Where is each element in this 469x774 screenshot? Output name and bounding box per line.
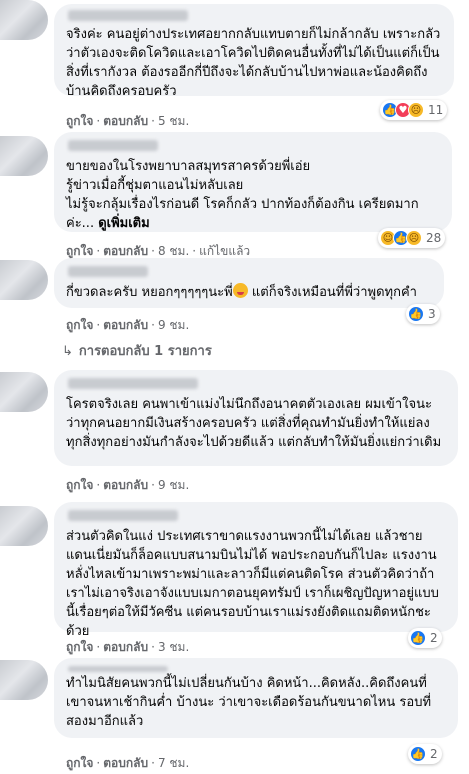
- timestamp[interactable]: 9 ชม.: [158, 478, 189, 492]
- see-more-link[interactable]: ดูเพิ่มเติม: [98, 216, 149, 231]
- commenter-name[interactable]: [68, 510, 178, 521]
- reaction-count: 2: [430, 747, 438, 761]
- reaction-count: 28: [426, 231, 442, 245]
- reaction-summary[interactable]: 👍 ♥ ☹ 11: [380, 100, 448, 120]
- avatar[interactable]: [0, 0, 48, 40]
- comment-bubble: ทำไมนิสัยคนพวกนี้ไม่เปลี่ยนกันบ้าง คิดหน…: [54, 658, 458, 738]
- timestamp[interactable]: 9 ชม.: [158, 318, 189, 332]
- timestamp[interactable]: 7 ชม.: [158, 756, 189, 770]
- comment-actions: ถูกใจ · ตอบกลับ · 9 ชม.: [66, 318, 190, 332]
- comment-bubble: ส่วนตัวคิดในแง่ ประเทศเราขาดแรงงานพวกนี้…: [54, 502, 458, 639]
- reply-button[interactable]: ตอบกลับ: [103, 114, 148, 128]
- commenter-name[interactable]: [68, 378, 198, 389]
- reply-button[interactable]: ตอบกลับ: [103, 318, 148, 332]
- view-replies-label: การตอบกลับ 1 รายการ: [78, 344, 212, 359]
- reaction-count: 11: [428, 103, 444, 117]
- timestamp[interactable]: 8 ชม.: [158, 244, 189, 258]
- like-reaction-icon: 👍: [408, 306, 424, 322]
- kissing-emoji-icon: [232, 283, 248, 298]
- reply-button[interactable]: ตอบกลับ: [103, 478, 148, 492]
- comment-bubble: โครตจริงเลย คนพาเข้าแม่งไม่นึกถึงอนาคตตั…: [54, 370, 458, 466]
- like-button[interactable]: ถูกใจ: [66, 318, 93, 332]
- comment-text: ส่วนตัวคิดในแง่ ประเทศเราขาดแรงงานพวกนี้…: [66, 529, 439, 639]
- reaction-summary[interactable]: ☺ 👍 ☹ 28: [378, 228, 446, 248]
- comment-actions: ถูกใจ · ตอบกลับ · 3 ชม.: [66, 640, 190, 654]
- reaction-count: 2: [430, 631, 438, 645]
- like-button[interactable]: ถูกใจ: [66, 244, 93, 258]
- like-reaction-icon: 👍: [410, 746, 426, 762]
- comment-text-body: กี่ขวดละครับ หยอกๆๆๆๆๆนะพี่: [66, 285, 233, 300]
- like-button[interactable]: ถูกใจ: [66, 478, 93, 492]
- comment-text: กี่ขวดละครับ หยอกๆๆๆๆๆนะพี่ แต่ก็จริงเหม…: [66, 283, 432, 302]
- reply-button[interactable]: ตอบกลับ: [103, 640, 148, 654]
- comment-actions: ถูกใจ · ตอบกลับ · 5 ชม.: [66, 114, 190, 128]
- commenter-name[interactable]: [68, 266, 148, 277]
- sad-reaction-icon: ☹: [408, 102, 424, 118]
- comment-text: ขายของในโรงพยาบาลสมุทรสาครด้วยพี่เอ่ย รู…: [66, 157, 440, 233]
- edited-label[interactable]: แก้ไขแล้ว: [199, 244, 250, 258]
- comment-text: จริงค่ะ คนอยู่ต่างประเทศอยากกลับแทบตายก็…: [66, 27, 441, 99]
- avatar[interactable]: [0, 506, 48, 546]
- reply-button[interactable]: ตอบกลับ: [103, 244, 148, 258]
- reaction-summary[interactable]: 👍 2: [408, 744, 442, 764]
- like-button[interactable]: ถูกใจ: [66, 640, 93, 654]
- view-replies-link[interactable]: ↳ การตอบกลับ 1 รายการ: [62, 340, 212, 361]
- timestamp[interactable]: 5 ชม.: [158, 114, 189, 128]
- like-button[interactable]: ถูกใจ: [66, 756, 93, 770]
- avatar[interactable]: [0, 260, 48, 300]
- avatar[interactable]: [0, 372, 48, 412]
- timestamp[interactable]: 3 ชม.: [158, 640, 189, 654]
- reaction-summary[interactable]: 👍 2: [408, 628, 442, 648]
- commenter-name[interactable]: [68, 666, 168, 672]
- reply-arrow-icon: ↳: [62, 344, 73, 359]
- reaction-count: 3: [428, 307, 436, 321]
- comment-actions: ถูกใจ · ตอบกลับ · 9 ชม.: [66, 478, 190, 492]
- reply-button[interactable]: ตอบกลับ: [103, 756, 148, 770]
- comment-text: ทำไมนิสัยคนพวกนี้ไม่เปลี่ยนกันบ้าง คิดหน…: [66, 676, 432, 729]
- sad-reaction-icon: ☹: [406, 230, 422, 246]
- commenter-name[interactable]: [68, 140, 158, 151]
- like-button[interactable]: ถูกใจ: [66, 114, 93, 128]
- reaction-summary[interactable]: 👍 3: [406, 304, 440, 324]
- comment-bubble: จริงค่ะ คนอยู่ต่างประเทศอยากกลับแทบตายก็…: [54, 4, 454, 99]
- avatar[interactable]: [0, 660, 48, 700]
- avatar[interactable]: [0, 136, 48, 176]
- comment-bubble: กี่ขวดละครับ หยอกๆๆๆๆๆนะพี่ แต่ก็จริงเหม…: [54, 258, 444, 308]
- commenter-name[interactable]: [68, 10, 188, 21]
- comment-bubble: ขายของในโรงพยาบาลสมุทรสาครด้วยพี่เอ่ย รู…: [54, 132, 452, 232]
- comment-text: โครตจริงเลย คนพาเข้าแม่งไม่นึกถึงอนาคตตั…: [66, 397, 442, 450]
- comment-actions: ถูกใจ · ตอบกลับ · 7 ชม.: [66, 756, 190, 770]
- like-reaction-icon: 👍: [410, 630, 426, 646]
- comment-text-tail: แต่ก็จริงเหมือนที่พี่ว่าพูดทุกคำ: [247, 285, 417, 300]
